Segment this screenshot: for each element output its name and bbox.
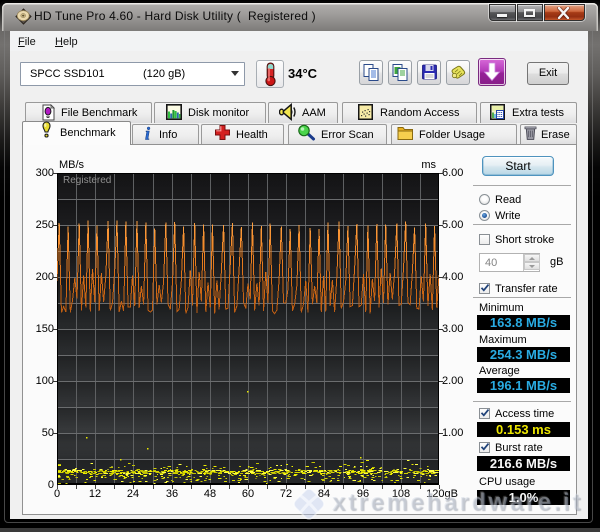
svg-text:i: i: [145, 124, 150, 142]
